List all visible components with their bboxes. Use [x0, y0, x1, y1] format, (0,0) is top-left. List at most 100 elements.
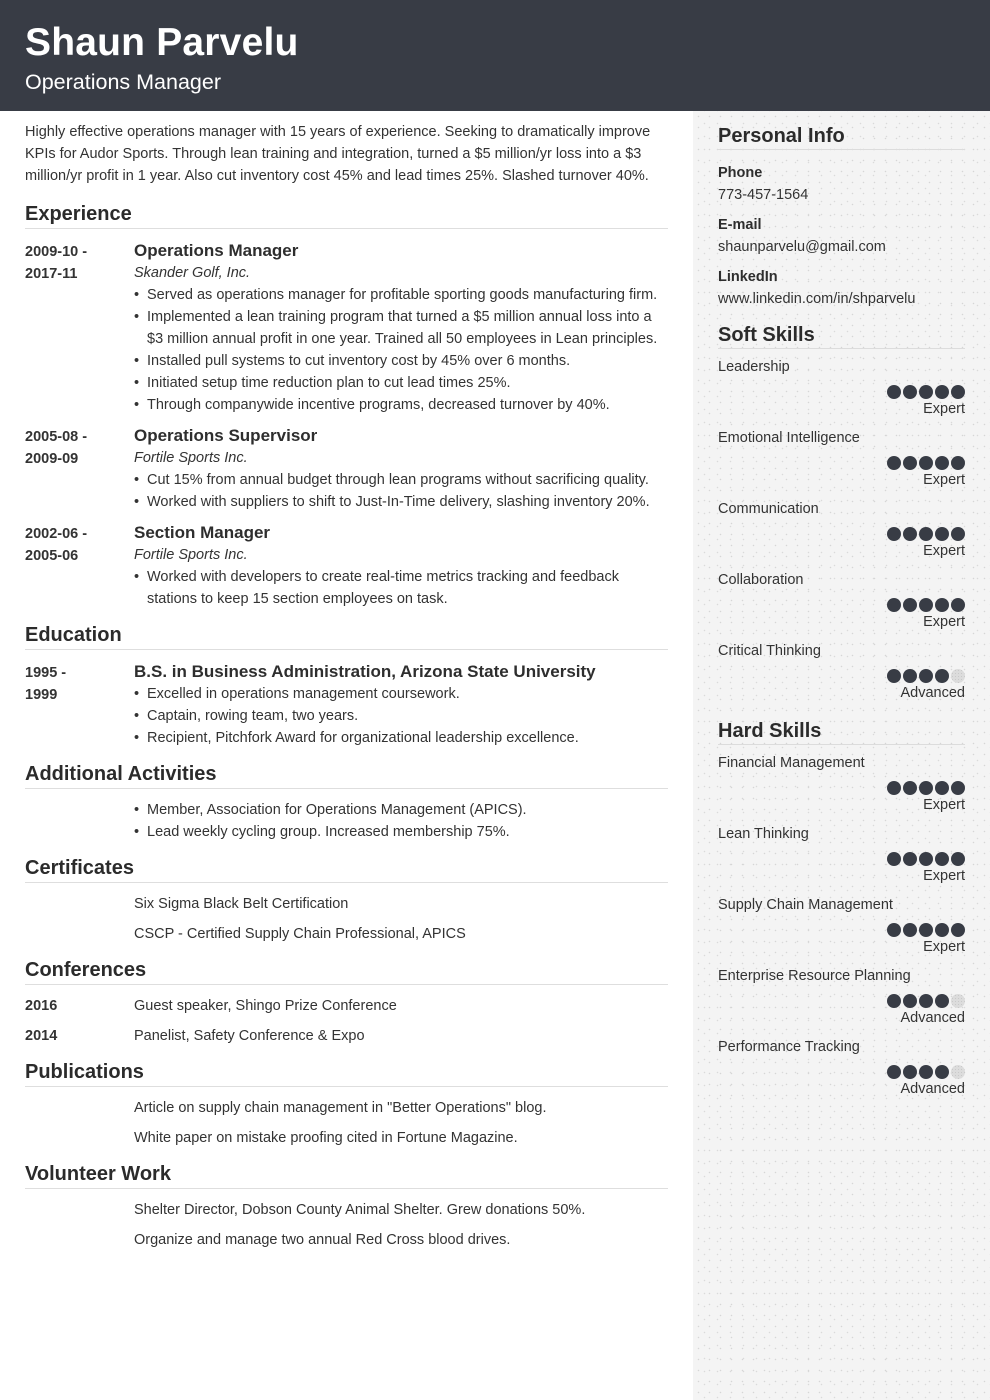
section-title-soft-skills: Soft Skills [718, 322, 965, 349]
rating-dot-filled-icon [935, 527, 949, 541]
rating-dot-filled-icon [887, 385, 901, 399]
volunteer-item: Shelter Director, Dobson County Animal S… [25, 1199, 668, 1221]
conferences-section: Conferences 2016 Guest speaker, Shingo P… [25, 957, 668, 1047]
skill-name: Emotional Intelligence [718, 430, 860, 446]
bullet-list: Member, Association for Operations Manag… [134, 799, 668, 843]
bullet-list: Cut 15% from annual budget through lean … [134, 469, 668, 513]
rating-dot-filled-icon [951, 385, 965, 399]
bullet-item: Installed pull systems to cut inventory … [134, 350, 668, 372]
skill-rating [718, 923, 965, 937]
row-date-empty [25, 1229, 134, 1251]
section-title-certificates: Certificates [25, 855, 668, 883]
bullet-list: Excelled in operations management course… [134, 683, 668, 749]
rating-dot-filled-icon [951, 598, 965, 612]
skill-item: Collaboration Expert [718, 570, 965, 633]
email-label: E-mail [718, 217, 762, 233]
entry-date-empty [25, 799, 134, 843]
skill-level: Advanced [900, 685, 966, 701]
rating-dot-filled-icon [935, 385, 949, 399]
rating-dot-filled-icon [951, 852, 965, 866]
date-end: 2017-11 [25, 266, 78, 282]
date-end: 2005-06 [25, 548, 79, 564]
skill-level: Expert [923, 614, 965, 630]
skill-level: Expert [923, 797, 965, 813]
rating-dot-filled-icon [887, 1065, 901, 1079]
skill-rating [718, 669, 965, 683]
skill-name: Performance Tracking [718, 1039, 860, 1055]
rating-dot-filled-icon [887, 781, 901, 795]
rating-dot-filled-icon [903, 781, 917, 795]
conference-year: 2014 [25, 1028, 58, 1044]
rating-dot-filled-icon [951, 781, 965, 795]
skill-level: Expert [923, 472, 965, 488]
entry-body: Operations Supervisor Fortile Sports Inc… [134, 426, 668, 513]
skill-level: Advanced [900, 1010, 966, 1026]
skill-level: Expert [923, 401, 965, 417]
skill-item: Performance Tracking Advanced [718, 1037, 965, 1100]
row-date-empty [25, 1097, 134, 1119]
skill-rating [718, 598, 965, 612]
certificate-text: CSCP - Certified Supply Chain Profession… [134, 926, 466, 942]
skill-name: Leadership [718, 359, 790, 375]
hard-skills-list: Financial Management Expert Lean Thinking E… [718, 753, 965, 1100]
rating-dot-empty-icon [951, 669, 965, 683]
publication-item: White paper on mistake proofing cited in… [25, 1127, 668, 1149]
linkedin-label: LinkedIn [718, 269, 778, 285]
skill-rating [718, 385, 965, 399]
skill-item: Lean Thinking Expert [718, 824, 965, 887]
publication-text: White paper on mistake proofing cited in… [134, 1130, 518, 1146]
job-title: Section Manager [134, 523, 271, 542]
bullet-item: Member, Association for Operations Manag… [134, 799, 668, 821]
date-end: 1999 [25, 687, 58, 703]
experience-entry: 2002-06 - 2005-06 Section Manager Fortil… [25, 523, 668, 610]
bullet-item: Lead weekly cycling group. Increased mem… [134, 821, 668, 843]
bullet-item: Worked with developers to create real-ti… [134, 566, 668, 610]
skill-item: Leadership Expert [718, 357, 965, 420]
publication-text: Article on supply chain management in "B… [134, 1100, 547, 1116]
bullet-item: Recipient, Pitchfork Award for organizat… [134, 727, 668, 749]
resume-header: Shaun Parvelu Operations Manager [0, 0, 990, 111]
rating-dot-filled-icon [903, 923, 917, 937]
row-date-empty [25, 923, 134, 945]
date-start: 2005-08 - [25, 429, 88, 445]
rating-dot-filled-icon [919, 598, 933, 612]
entry-date: 2002-06 - 2005-06 [25, 523, 134, 610]
rating-dot-filled-icon [935, 598, 949, 612]
rating-dot-filled-icon [887, 852, 901, 866]
skill-rating [718, 1065, 965, 1079]
section-title-education: Education [25, 622, 668, 650]
rating-dot-filled-icon [919, 781, 933, 795]
entry-body: Member, Association for Operations Manag… [134, 799, 668, 843]
rating-dot-empty-icon [951, 994, 965, 1008]
bullet-item: Initiated setup time reduction plan to c… [134, 372, 668, 394]
conference-item: 2016 Guest speaker, Shingo Prize Confere… [25, 995, 668, 1017]
job-title: Operations Supervisor [134, 426, 318, 445]
experience-section: Experience 2009-10 - 2017-11 Operations … [25, 201, 668, 610]
rating-dot-filled-icon [935, 456, 949, 470]
rating-dot-filled-icon [935, 923, 949, 937]
skill-item: Critical Thinking Advanced [718, 641, 965, 704]
publication-item: Article on supply chain management in "B… [25, 1097, 668, 1119]
skill-level: Advanced [900, 1081, 966, 1097]
volunteer-text: Organize and manage two annual Red Cross… [134, 1232, 511, 1248]
skill-level: Expert [923, 543, 965, 559]
publications-section: Publications Article on supply chain man… [25, 1059, 668, 1149]
rating-dot-filled-icon [919, 527, 933, 541]
bullet-item: Excelled in operations management course… [134, 683, 668, 705]
rating-dot-filled-icon [887, 669, 901, 683]
skill-name: Communication [718, 501, 819, 517]
rating-dot-filled-icon [887, 923, 901, 937]
bullet-item: Captain, rowing team, two years. [134, 705, 668, 727]
rating-dot-filled-icon [903, 598, 917, 612]
rating-dot-filled-icon [935, 994, 949, 1008]
rating-dot-filled-icon [887, 456, 901, 470]
skill-level: Expert [923, 939, 965, 955]
summary: Highly effective operations manager with… [25, 124, 651, 184]
date-start: 2002-06 - [25, 526, 88, 542]
rating-dot-filled-icon [903, 669, 917, 683]
skill-level: Expert [923, 868, 965, 884]
skill-item: Enterprise Resource Planning Advanced [718, 966, 965, 1029]
job-title: Operations Manager [134, 241, 299, 260]
rating-dot-filled-icon [887, 994, 901, 1008]
linkedin-value: www.linkedin.com/in/shparvelu [718, 291, 916, 307]
